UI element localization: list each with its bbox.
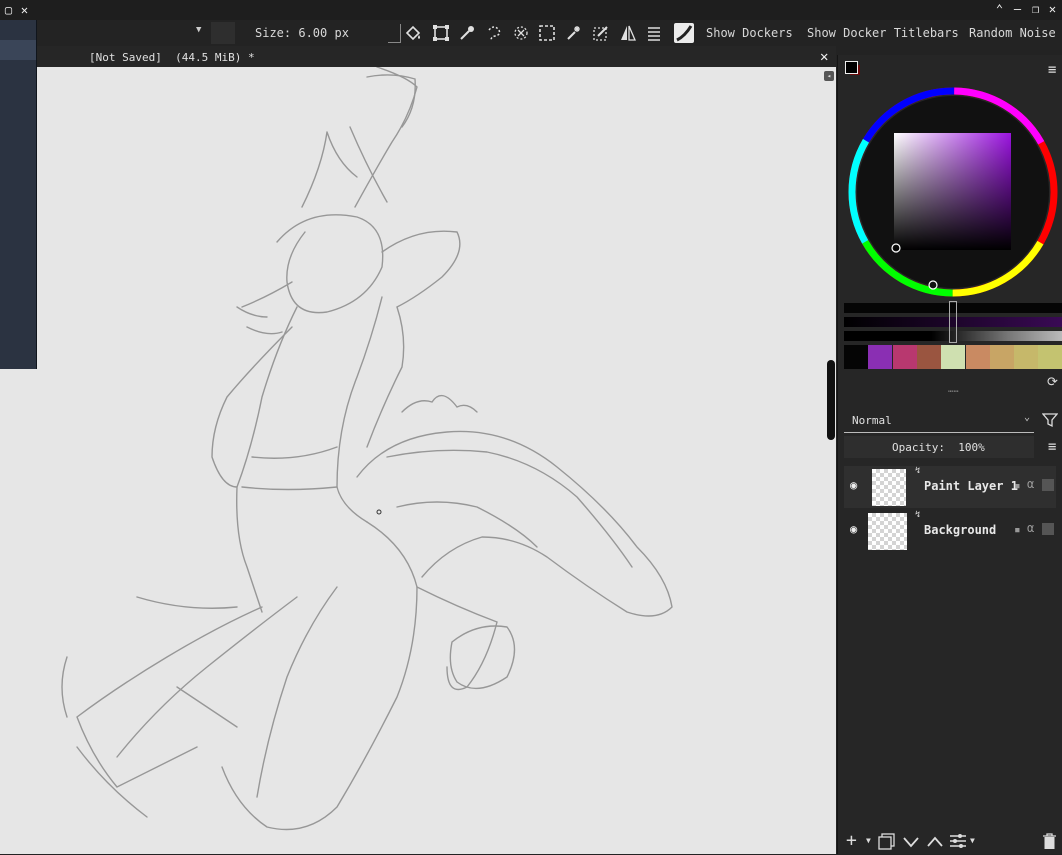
properties-menu-icon[interactable]: ▼ [970, 836, 975, 845]
show-dockers-button[interactable]: Show Dockers [706, 26, 793, 40]
brush-tip-icon[interactable] [673, 22, 695, 44]
palette-swatch[interactable] [844, 345, 868, 369]
canvas-area-left[interactable] [0, 369, 37, 854]
visibility-eye-icon[interactable]: ◉ [850, 478, 857, 492]
floating-docker-panel[interactable] [0, 20, 37, 369]
filter-icon[interactable] [1041, 412, 1059, 432]
color-wheel[interactable] [848, 87, 1058, 297]
rect-select-icon[interactable] [538, 24, 556, 42]
drawing-canvas[interactable] [37, 67, 836, 854]
blend-mode-select[interactable]: Normal ⌄ [844, 410, 1034, 433]
layer-type-icon: ↯ [915, 510, 921, 520]
lock-icon[interactable]: ▪ [1014, 479, 1021, 492]
color-menu-icon[interactable]: ≡ [1048, 62, 1056, 78]
fill-bucket-icon[interactable] [404, 24, 422, 42]
layer-name[interactable]: Paint Layer 1 [924, 479, 1018, 493]
floating-docker-highlight[interactable] [0, 40, 36, 60]
canvas-scroll-handle[interactable]: ◂ [824, 71, 834, 81]
show-docker-titlebars-button[interactable]: Show Docker Titlebars [807, 26, 959, 40]
layer-thumbnail [872, 469, 906, 506]
window-minimize-icon[interactable]: – [1011, 2, 1024, 16]
chevron-down-icon: ⌄ [1024, 412, 1031, 423]
add-layer-menu-icon[interactable]: ▼ [866, 836, 871, 845]
layer-properties-icon[interactable] [949, 833, 967, 854]
palette-swatch[interactable] [868, 345, 893, 369]
layer-row-paint-layer-1[interactable]: ◉ ↯ Paint Layer 1 ▪ α [844, 466, 1056, 508]
left-float-close-icon[interactable]: ✕ [18, 3, 31, 17]
right-docker-panel: ≡ ⟳ ⋯⋯ Normal ⌄ Opacity: 100% ≡ ◉ ↯ Pain… [837, 55, 1062, 854]
document-tab-bar: [Not Saved] (44.5 MiB) * ✕ [37, 46, 836, 67]
layer-row-background[interactable]: ◉ ↯ Background ▪ α [844, 510, 1056, 552]
visibility-eye-icon[interactable]: ◉ [850, 522, 857, 536]
tool-options-toolbar: ▼ Size: 6.00 px Show Dockers Show Docker… [37, 20, 1062, 46]
window-close-icon[interactable]: ✕ [1046, 2, 1059, 16]
docker-splitter[interactable]: ⋯⋯ [948, 387, 959, 397]
window-titlebar: ▢ ✕ ⌃ – ❐ ✕ [0, 0, 1062, 20]
brush-size-label[interactable]: Size: 6.00 px [255, 26, 349, 40]
random-noise-button[interactable]: Random Noise [969, 26, 1056, 40]
sketch-drawing [61, 67, 673, 831]
docker-splitter-handle[interactable] [827, 360, 835, 440]
layer-type-icon: ↯ [915, 466, 921, 476]
delete-layer-icon[interactable] [1042, 833, 1057, 855]
brush-preset-box[interactable] [211, 22, 235, 44]
palette-swatch[interactable] [965, 345, 990, 369]
similar-select-icon[interactable] [512, 24, 530, 42]
inherit-alpha-icon[interactable] [1042, 479, 1054, 491]
left-float-maximize-icon[interactable]: ▢ [2, 3, 15, 17]
document-title: [Not Saved] (44.5 MiB) * [89, 51, 255, 64]
duplicate-layer-icon[interactable] [878, 833, 895, 855]
window-restore-icon[interactable]: ❐ [1029, 2, 1042, 16]
move-layer-up-icon[interactable] [926, 833, 944, 854]
lock-icon[interactable]: ▪ [1014, 523, 1021, 536]
layer-stack-icon[interactable] [645, 24, 663, 42]
transform-icon[interactable] [432, 24, 450, 42]
size-slider-handle[interactable] [388, 24, 401, 43]
palette-swatch[interactable] [1014, 345, 1039, 369]
palette-swatch[interactable] [989, 345, 1014, 369]
blend-mode-value: Normal [852, 414, 892, 427]
alpha-lock-icon[interactable]: α [1027, 477, 1034, 491]
path-select-icon[interactable] [592, 24, 610, 42]
mirror-icon[interactable] [619, 24, 637, 42]
layer-thumbnail [868, 513, 907, 550]
palette-swatch[interactable] [892, 345, 917, 369]
window-collapse-icon[interactable]: ⌃ [993, 2, 1006, 16]
move-layer-down-icon[interactable] [902, 833, 920, 854]
freehand-select-icon[interactable] [485, 24, 503, 42]
refresh-palette-icon[interactable]: ⟳ [1047, 375, 1058, 390]
alpha-lock-icon[interactable]: α [1027, 521, 1034, 535]
document-close-icon[interactable]: ✕ [820, 49, 828, 65]
layer-options-menu-icon[interactable]: ≡ [1048, 439, 1056, 455]
slider-handle[interactable] [949, 301, 957, 343]
add-layer-icon[interactable]: + [846, 830, 857, 851]
palette-swatch[interactable] [941, 345, 966, 369]
layer-name[interactable]: Background [924, 523, 996, 537]
inherit-alpha-icon[interactable] [1042, 523, 1054, 535]
magic-wand-icon[interactable] [565, 24, 583, 42]
preset-dropdown-arrow-icon[interactable]: ▼ [196, 25, 201, 35]
foreground-color-swatch[interactable] [845, 61, 858, 74]
opacity-label: Opacity: 100% [892, 441, 985, 454]
opacity-slider[interactable]: Opacity: 100% [844, 436, 1034, 458]
color-picker-icon[interactable] [458, 24, 476, 42]
palette-swatch[interactable] [1038, 345, 1062, 369]
palette-swatch[interactable] [916, 345, 941, 369]
